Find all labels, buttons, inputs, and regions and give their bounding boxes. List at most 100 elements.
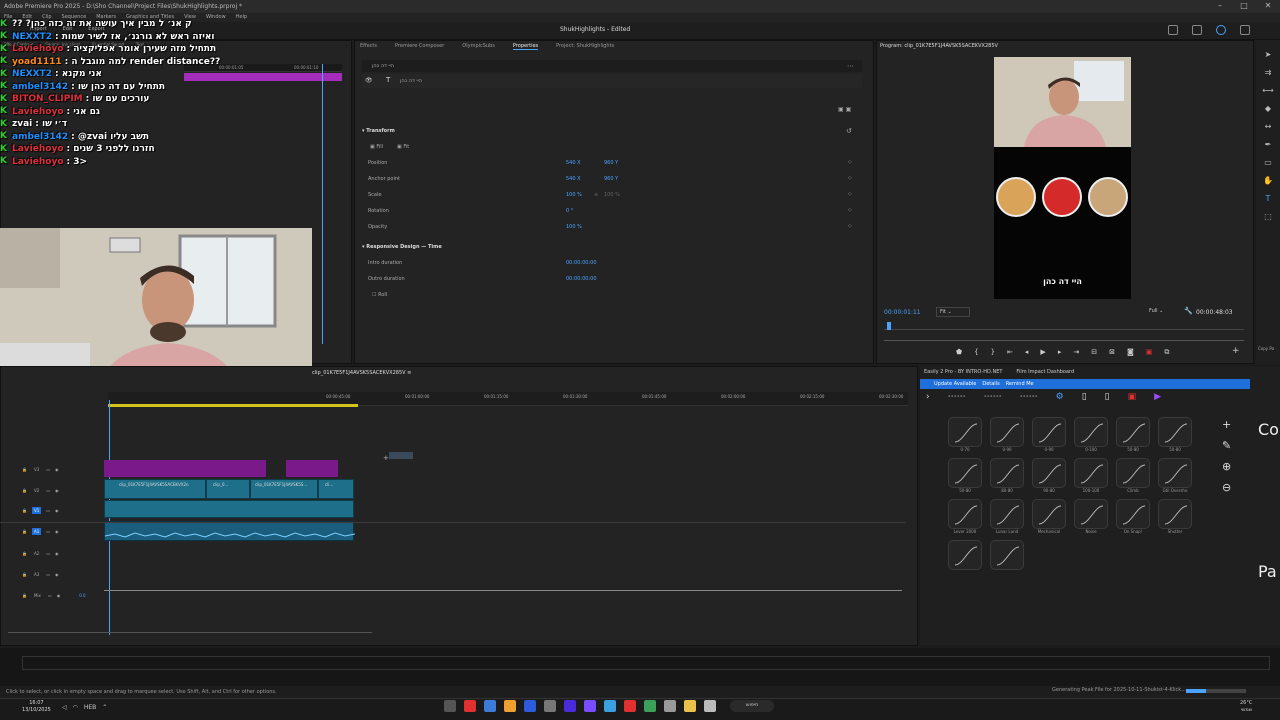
fill-button[interactable]: ▣ Fill [370,144,383,150]
program-video[interactable]: היי דה כהן [994,57,1131,299]
easing-preset[interactable]: On Snap! [1112,499,1154,534]
keyframe-icon[interactable]: ◇ [848,175,852,181]
close-icon[interactable]: ✕ [1256,0,1280,13]
folder-icon[interactable]: ▣ ▣ [838,106,851,113]
easing-preset[interactable]: Climb [1112,458,1154,493]
sync-lock-icon[interactable]: ▭ [46,488,50,493]
sync-lock-icon[interactable]: ▭ [46,572,50,577]
gear-icon[interactable]: ⚙ [1056,392,1064,402]
zoom-out-icon[interactable]: ⊖ [1222,481,1231,494]
mix-value[interactable]: 0.0 [79,593,85,598]
track-name[interactable]: A2 [32,550,41,557]
tab-easily[interactable]: Easily 2 Pro - BY INTRO-HD.NET [924,369,1002,375]
eye-icon[interactable]: ◉ [57,593,61,598]
quality-dropdown[interactable]: Full ⌄ [1146,307,1174,317]
volume-icon[interactable]: ◁ [62,704,67,711]
easing-preset[interactable]: 50-80 [1112,417,1154,452]
clip-a1[interactable] [104,521,356,541]
taskbar-app-icon[interactable] [524,700,536,712]
easing-preset[interactable]: 0-90 [1028,417,1070,452]
lift-icon[interactable]: ⊟ [1091,348,1097,357]
taskbar-app-icon[interactable] [704,700,716,712]
add-icon[interactable]: + [1222,418,1231,431]
track-name[interactable]: A3 [32,571,41,578]
razor-icon[interactable]: ◆ [1265,104,1271,113]
easing-preset[interactable]: Gtil Overshe [1154,458,1196,493]
eye-icon[interactable]: 👁 [365,77,373,84]
slip-icon[interactable]: ↔ [1265,122,1272,131]
tab-olympic-subs[interactable]: OlympicSubs [462,43,495,50]
easing-icon[interactable]: ⋯⋯ [948,392,966,402]
easing-preset[interactable]: 50-80 [944,458,986,493]
anchor-x[interactable]: 540 X [566,176,604,182]
wrench-icon[interactable]: 🔧 [1184,307,1193,315]
scale-value-2[interactable]: 100 % [604,192,620,198]
outro-value[interactable]: 00:00:00:00 [566,276,597,282]
easing-preset[interactable]: Mechanical [1028,499,1070,534]
easing-preset[interactable]: Shutter [1154,499,1196,534]
step-back-icon[interactable]: ◂ [1025,348,1029,357]
clip-v1[interactable] [104,500,354,518]
sync-icon[interactable] [1216,25,1226,35]
sync-lock-icon[interactable]: ▭ [46,467,50,472]
play-icon[interactable]: ▶ [1040,348,1045,357]
vr-icon[interactable]: ▣ [1146,348,1153,357]
hand-icon[interactable]: ✋ [1263,176,1273,185]
selection-tool-icon[interactable]: ➤ [1265,50,1272,59]
link-icon[interactable]: ∞ [594,192,604,198]
opacity-value[interactable]: 100 % [566,224,582,230]
track-select-icon[interactable]: ⇉ [1265,68,1272,77]
sync-lock-icon[interactable]: ▭ [46,529,50,534]
taskbar-app-icon[interactable] [624,700,636,712]
weather[interactable]: 26°C שמשי [1240,700,1252,714]
easing-preset[interactable]: Lunar Land [986,499,1028,534]
easing-preset[interactable] [944,540,986,570]
eye-icon[interactable]: ◉ [55,508,59,513]
track-name[interactable]: Mix [32,592,43,599]
position-y[interactable]: 960 Y [604,160,618,166]
maximize-icon[interactable]: □ [1232,0,1256,13]
ripple-edit-icon[interactable]: ⟷ [1262,86,1273,95]
chevron-right-icon[interactable]: › [926,392,930,402]
timeline-scrollbar[interactable] [903,414,909,624]
remind-link[interactable]: Remind Me [1006,379,1034,389]
sync-lock-icon[interactable]: ▭ [48,593,52,598]
marker-icon[interactable]: ⬟ [956,348,962,357]
eye-icon[interactable]: ◉ [55,572,59,577]
taskbar-app-icon[interactable] [444,700,456,712]
easing-preset[interactable]: 0-100 [1070,417,1112,452]
easing-preset[interactable]: 90-80 [1028,458,1070,493]
roll-checkbox[interactable]: ☐ Roll [372,292,387,298]
keyframe-icon[interactable]: ◇ [848,191,852,197]
layout-icon[interactable] [1168,25,1178,35]
taskbar-app-icon[interactable] [484,700,496,712]
taskbar-app-icon[interactable] [664,700,676,712]
easing-preset[interactable]: 100-100 [1070,458,1112,493]
scale-value[interactable]: 100 % [566,192,594,198]
rotation-value[interactable]: 0 ° [566,208,573,214]
taskbar-app-icon[interactable] [564,700,576,712]
taskbar-app-icon[interactable] [644,700,656,712]
lock-icon[interactable]: 🔒 [22,593,27,598]
keyframe-icon[interactable]: ◇ [848,207,852,213]
easing-preset[interactable]: 50-80 [1154,417,1196,452]
program-playhead[interactable] [887,322,891,330]
fit-button[interactable]: ▣ Fit [397,144,409,150]
shape-icon[interactable]: ⬚ [1264,212,1272,221]
details-link[interactable]: Details [982,379,999,389]
fit-dropdown[interactable]: Fit ⌄ [936,307,970,317]
minimize-icon[interactable]: – [1208,0,1232,13]
edit-icon[interactable]: ✎ [1222,439,1231,452]
timeline-zoom-bar[interactable] [8,632,372,633]
eye-icon[interactable]: ◉ [55,467,59,472]
add-button-icon[interactable]: + [1232,346,1240,356]
purple-icon[interactable]: ▶ [1154,392,1161,402]
clock[interactable]: 16:07 13/10/2025 [22,700,51,714]
eye-icon[interactable]: ◉ [55,551,59,556]
lock-icon[interactable]: 🔒 [22,488,27,493]
lock-icon[interactable]: 🔒 [22,551,27,556]
lock-icon[interactable]: 🔒 [22,508,27,513]
eye-icon[interactable]: ◉ [55,529,59,534]
easing-preset[interactable]: 0-90 [986,417,1028,452]
lock-icon[interactable]: 🔒 [22,572,27,577]
